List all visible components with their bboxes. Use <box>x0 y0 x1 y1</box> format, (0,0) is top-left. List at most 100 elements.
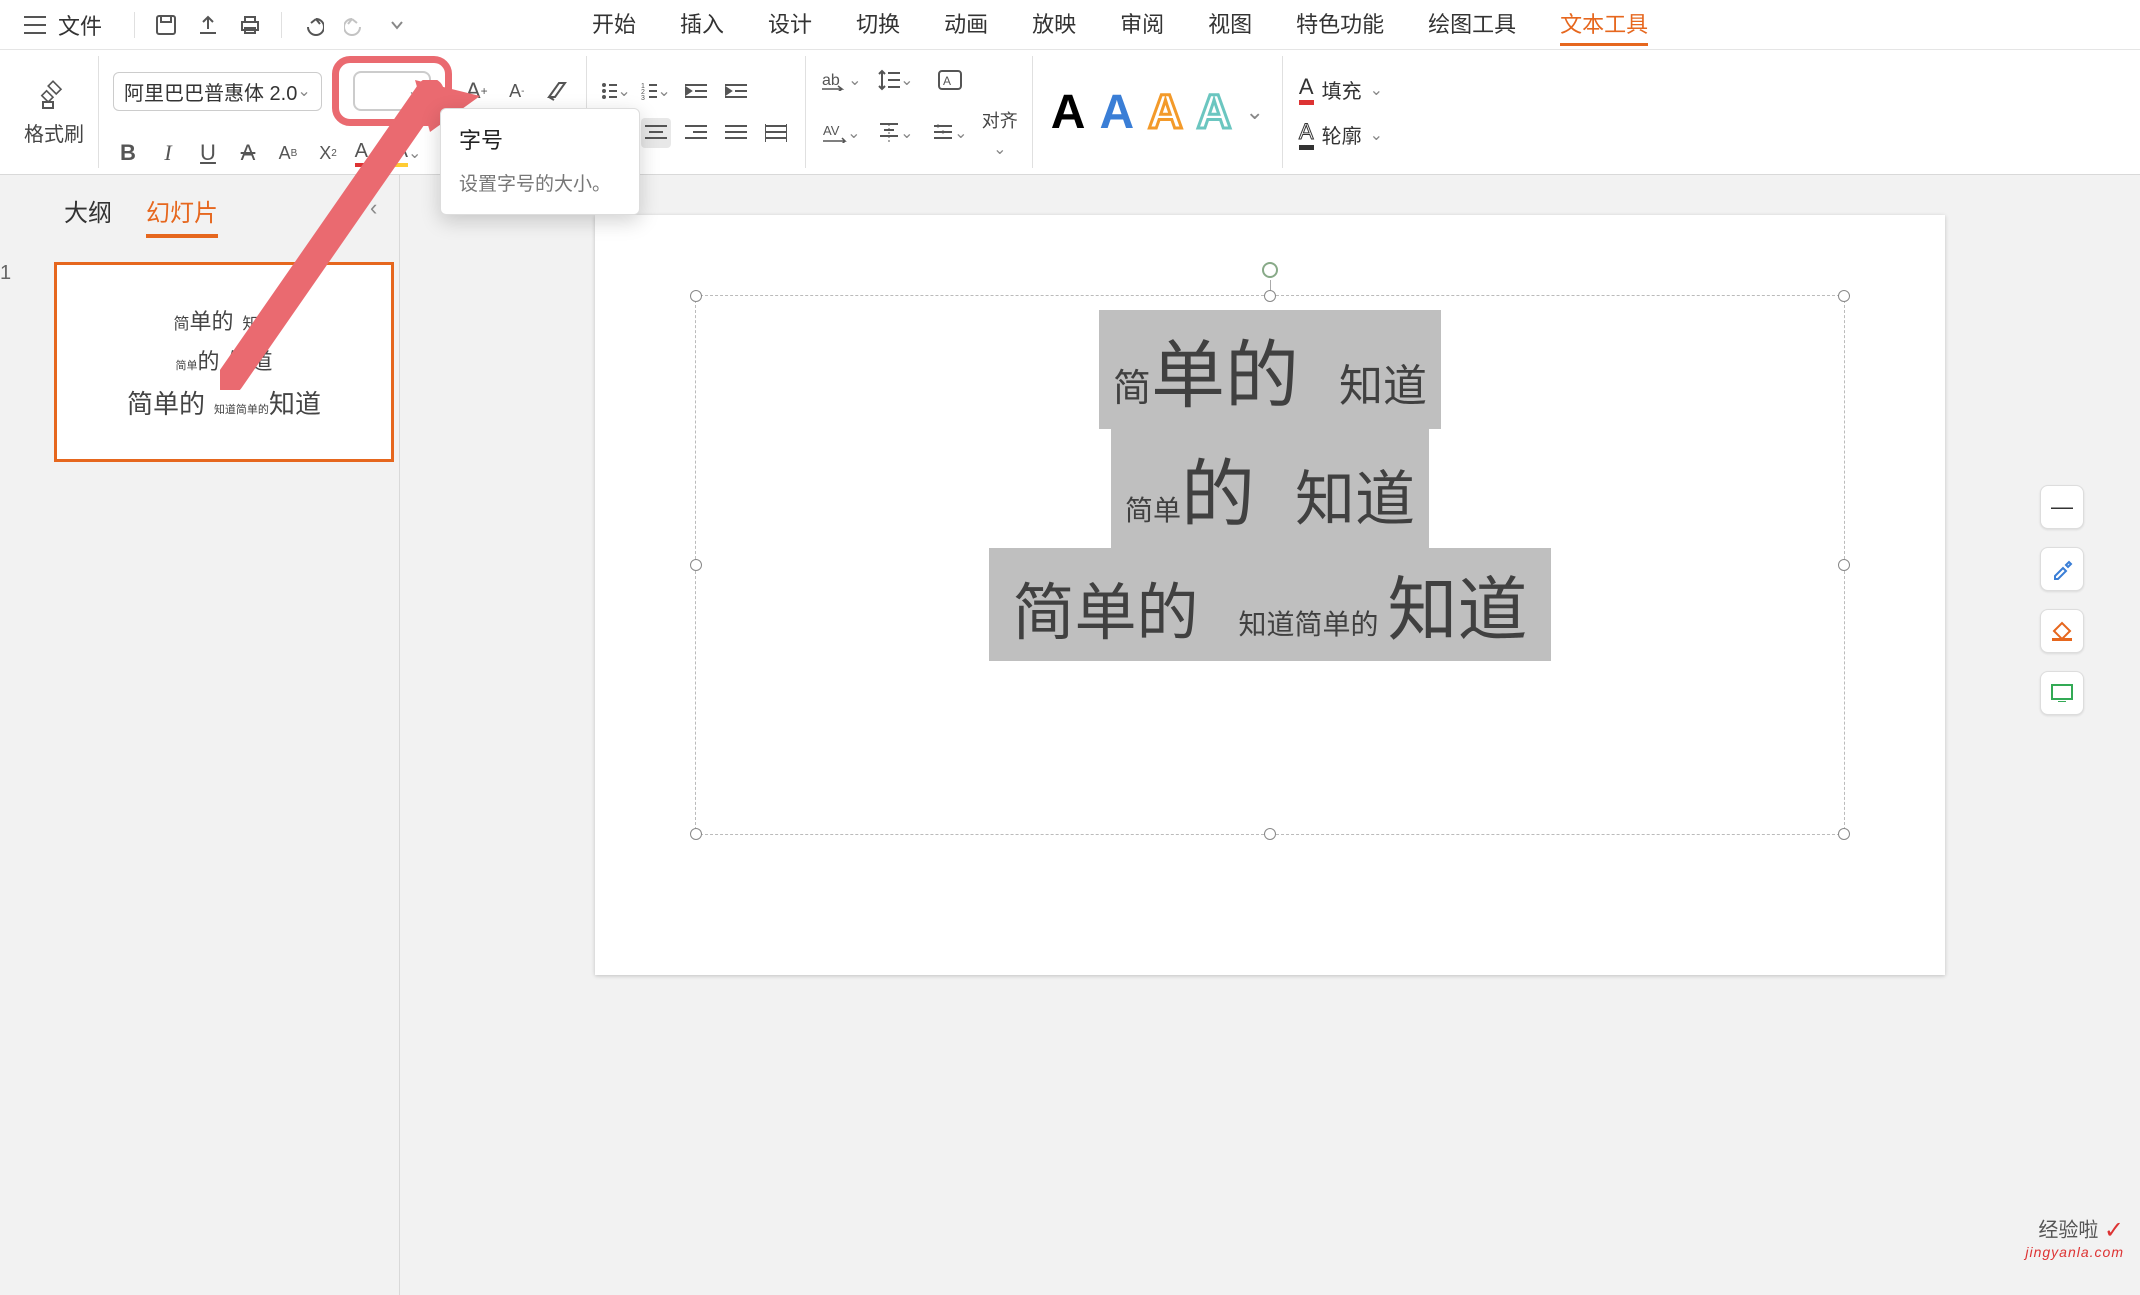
tab-transition[interactable]: 切换 <box>856 3 900 46</box>
hamburger-icon[interactable] <box>20 10 50 40</box>
tab-review[interactable]: 审阅 <box>1120 3 1164 46</box>
fill-label: 填充 <box>1322 75 1362 104</box>
slide-thumbnail-1[interactable]: 简单的 知道 简单的 知道 简单的 知道简单的知道 <box>54 262 394 462</box>
print-icon[interactable] <box>233 8 267 42</box>
slide-number: 1 <box>0 262 11 285</box>
align-button[interactable]: 对齐⌄ <box>982 107 1018 159</box>
chevron-down-icon: ⌄ <box>407 81 420 101</box>
export-icon[interactable] <box>191 8 225 42</box>
resize-handle-bl[interactable] <box>690 828 702 840</box>
distribute-icon[interactable] <box>761 118 791 148</box>
font-name-select[interactable]: 阿里巴巴普惠体 2.0 ⌄ <box>113 72 322 111</box>
svg-text:A: A <box>943 74 951 88</box>
font-name-value: 阿里巴巴普惠体 2.0 <box>124 77 297 106</box>
bullets-icon[interactable]: ⌄ <box>601 76 631 106</box>
align-label: 对齐 <box>982 107 1018 133</box>
fill-button[interactable]: A 填充⌄ <box>1299 74 1383 105</box>
strikethrough-icon[interactable]: A <box>233 138 263 168</box>
zoom-out-icon[interactable]: — <box>2040 485 2084 529</box>
wordart-style-1[interactable]: A <box>1051 85 1086 140</box>
align-right-icon[interactable] <box>681 118 711 148</box>
format-painter-button[interactable]: 格式刷 <box>24 78 84 147</box>
separator <box>281 12 282 38</box>
tab-view[interactable]: 视图 <box>1208 3 1252 46</box>
svg-text:ab: ab <box>822 72 840 89</box>
title-bar: 文件 开始 插入 设计 切换 动画 放映 审阅 视图 特色功能 绘图工具 文本工… <box>0 0 2140 50</box>
numbering-icon[interactable]: 123⌄ <box>641 76 671 106</box>
bold-icon[interactable]: B <box>113 138 143 168</box>
watermark-text: 经验啦 <box>2038 1220 2098 1242</box>
chevron-down-icon: ⌄ <box>297 81 310 101</box>
subscript-icon[interactable]: X2 <box>313 138 343 168</box>
tab-design[interactable]: 设计 <box>768 3 812 46</box>
increase-indent-icon[interactable] <box>721 76 751 106</box>
resize-handle-tl[interactable] <box>690 290 702 302</box>
more-dropdown-icon[interactable] <box>380 8 414 42</box>
undo-icon[interactable] <box>296 8 330 42</box>
clear-format-icon[interactable] <box>542 76 572 106</box>
outline-button[interactable]: A 轮廓⌄ <box>1299 119 1383 150</box>
tab-insert[interactable]: 插入 <box>680 3 724 46</box>
line-spacing-icon[interactable]: ⌄ <box>874 65 918 95</box>
tab-animation[interactable]: 动画 <box>944 3 988 46</box>
resize-handle-tr[interactable] <box>1838 290 1850 302</box>
tab-stops-icon[interactable]: ⌄ <box>928 118 972 148</box>
screen-icon[interactable] <box>2040 671 2084 715</box>
paint-bucket-icon[interactable] <box>2040 609 2084 653</box>
text-content[interactable]: 简单的知道 简单的知道 简单的知道简单的 知道 <box>696 296 1844 661</box>
tab-slideshow[interactable]: 放映 <box>1032 3 1076 46</box>
format-painter-label: 格式刷 <box>24 118 84 147</box>
tab-text-tools[interactable]: 文本工具 <box>1560 3 1648 46</box>
slide-1[interactable]: 简单的知道 简单的知道 简单的知道简单的 知道 <box>595 215 1945 975</box>
ribbon-tabs: 开始 插入 设计 切换 动画 放映 审阅 视图 特色功能 绘图工具 文本工具 <box>592 3 1648 46</box>
tab-home[interactable]: 开始 <box>592 3 636 46</box>
resize-handle-br[interactable] <box>1838 828 1850 840</box>
side-tab-slides[interactable]: 幻灯片 <box>146 193 218 238</box>
wordart-style-2[interactable]: A <box>1099 85 1134 140</box>
increase-font-icon[interactable]: A+ <box>462 76 492 106</box>
wordart-more-icon[interactable]: ⌄ <box>1245 99 1263 125</box>
underline-icon[interactable]: U <box>193 138 223 168</box>
watermark-domain: jingyanla.com <box>2025 1245 2124 1260</box>
paintbrush-icon <box>37 78 71 112</box>
align-center-icon[interactable] <box>641 118 671 148</box>
tab-special[interactable]: 特色功能 <box>1296 3 1384 46</box>
resize-handle-b[interactable] <box>1264 828 1276 840</box>
redo-icon[interactable] <box>338 8 372 42</box>
collapse-panel-icon[interactable]: ‹ <box>370 195 377 221</box>
fill-outline-group: A 填充⌄ A 轮廓⌄ <box>1283 56 1399 168</box>
slide-panel: 大纲 幻灯片 ‹ 1 简单的 知道 简单的 知道 简单的 知道简单的知道 <box>0 175 400 1295</box>
decrease-font-icon[interactable]: A- <box>502 76 532 106</box>
svg-text:3: 3 <box>641 95 645 100</box>
resize-handle-l[interactable] <box>690 559 702 571</box>
resize-handle-r[interactable] <box>1838 559 1850 571</box>
text-line-2: 简单的知道 <box>1111 429 1429 548</box>
side-tabs: 大纲 幻灯片 <box>64 193 375 238</box>
char-spacing-icon[interactable]: AV⌄ <box>820 118 864 148</box>
save-icon[interactable] <box>149 8 183 42</box>
align-justify-icon[interactable] <box>721 118 751 148</box>
font-size-select[interactable]: ⌄ <box>353 71 431 111</box>
font-color-icon[interactable]: A⌄ <box>353 138 383 168</box>
italic-icon[interactable]: I <box>153 138 183 168</box>
rotate-handle[interactable] <box>1262 262 1278 278</box>
superscript-icon[interactable]: AB <box>273 138 303 168</box>
svg-text:AV: AV <box>823 123 840 138</box>
text-box-selected[interactable]: 简单的知道 简单的知道 简单的知道简单的 知道 <box>695 295 1845 835</box>
separator <box>134 12 135 38</box>
wordart-style-4[interactable]: A <box>1197 85 1232 140</box>
tooltip-desc: 设置字号的大小。 <box>459 169 621 196</box>
file-menu[interactable]: 文件 <box>58 9 102 41</box>
text-direction-icon[interactable]: ab⌄ <box>820 65 864 95</box>
watermark: 经验啦 ✓ jingyanla.com <box>2025 1218 2124 1260</box>
vertical-align-icon[interactable]: ⌄ <box>874 118 918 148</box>
decrease-indent-icon[interactable] <box>681 76 711 106</box>
resize-handle-t[interactable] <box>1264 290 1276 302</box>
highlight-icon[interactable]: A⌄ <box>393 138 423 168</box>
side-tab-outline[interactable]: 大纲 <box>64 193 112 238</box>
text-layout-group: ab⌄ ⌄ A AV⌄ ⌄ ⌄ 对齐⌄ <box>806 56 1033 168</box>
columns-icon[interactable]: A <box>928 65 972 95</box>
tab-draw-tools[interactable]: 绘图工具 <box>1428 3 1516 46</box>
eyedropper-icon[interactable] <box>2040 547 2084 591</box>
wordart-style-3[interactable]: A <box>1148 85 1183 140</box>
